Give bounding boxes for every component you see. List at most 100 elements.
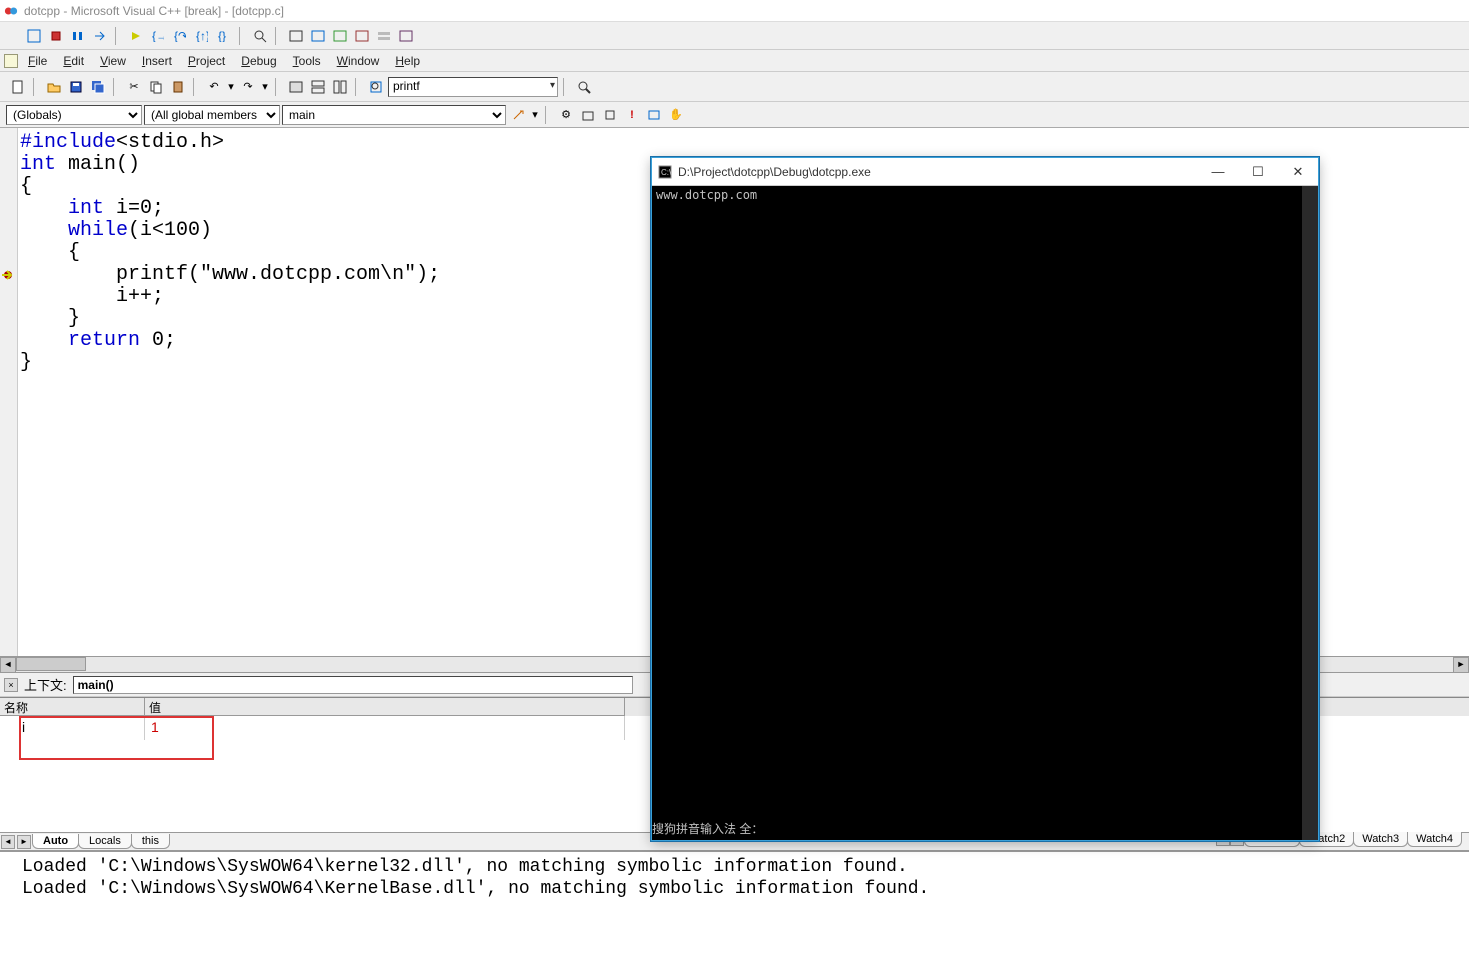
apply-codechanges-button[interactable] <box>90 26 110 46</box>
tab-watch4[interactable]: Watch4 <box>1407 832 1462 847</box>
menu-file[interactable]: File <box>20 52 55 70</box>
tabs-scroll-right[interactable]: ► <box>17 835 31 849</box>
console-body[interactable]: www.dotcpp.com <box>652 186 1318 840</box>
tile-button[interactable] <box>330 77 350 97</box>
stop-debug-button[interactable] <box>46 26 66 46</box>
toolbar-separator <box>275 27 281 45</box>
window-titlebar: dotcpp - Microsoft Visual C++ [break] - … <box>0 0 1469 22</box>
wizard-button[interactable] <box>508 105 528 125</box>
save-button[interactable] <box>66 77 86 97</box>
menu-tools[interactable]: Tools <box>285 52 329 70</box>
editor-gutter <box>0 128 18 672</box>
maximize-button[interactable]: ☐ <box>1238 159 1278 185</box>
step-over-button[interactable]: {↷} <box>170 26 190 46</box>
find-button[interactable] <box>574 77 594 97</box>
col-value[interactable]: 值 <box>145 698 625 716</box>
stop-build-button[interactable] <box>600 105 620 125</box>
scope-toolbar: (Globals) (All global members main ▾ ⚙ !… <box>0 102 1469 128</box>
copy-button[interactable] <box>146 77 166 97</box>
svg-text:{↑}: {↑} <box>196 30 208 42</box>
watch-window-button[interactable] <box>286 26 306 46</box>
var-value: 1 <box>145 716 625 740</box>
redo-button[interactable]: ↷ <box>238 77 258 97</box>
members-select[interactable]: (All global members <box>144 105 280 125</box>
scroll-right-button[interactable]: ► <box>1453 657 1469 672</box>
tab-auto[interactable]: Auto <box>32 834 79 849</box>
console-titlebar[interactable]: C:\ D:\Project\dotcpp\Debug\dotcpp.exe —… <box>652 158 1318 186</box>
new-button[interactable] <box>8 77 28 97</box>
menu-insert[interactable]: Insert <box>134 52 180 70</box>
build-button[interactable] <box>578 105 598 125</box>
compile-button[interactable]: ⚙ <box>556 105 576 125</box>
tab-watch3[interactable]: Watch3 <box>1353 832 1408 847</box>
menu-window[interactable]: Window <box>329 52 388 70</box>
debug-toolbar: {→} {↷} {↑} {} <box>0 22 1469 50</box>
svg-text:C:\: C:\ <box>661 168 672 177</box>
console-line: www.dotcpp.com <box>656 188 757 202</box>
wizard-dropdown[interactable]: ▾ <box>530 105 540 125</box>
document-icon[interactable] <box>4 54 18 68</box>
menu-help[interactable]: Help <box>387 52 428 70</box>
workspace-button[interactable] <box>286 77 306 97</box>
undo-dropdown[interactable]: ▾ <box>226 77 236 97</box>
callstack-window-button[interactable] <box>374 26 394 46</box>
toolbar-separator <box>275 78 281 96</box>
tab-locals[interactable]: Locals <box>78 834 132 849</box>
close-button[interactable]: ✕ <box>1278 159 1318 185</box>
scroll-thumb[interactable] <box>16 657 86 671</box>
window-list-button[interactable] <box>308 77 328 97</box>
show-next-button[interactable] <box>126 26 146 46</box>
watch-close-button[interactable]: × <box>4 678 18 692</box>
break-button[interactable] <box>68 26 88 46</box>
tab-this[interactable]: this <box>131 834 170 849</box>
step-into-button[interactable]: {→} <box>148 26 168 46</box>
standard-toolbar: ✂ ↶ ▾ ↷ ▾ printf <box>0 72 1469 102</box>
menu-project[interactable]: Project <box>180 52 233 70</box>
menubar: File Edit View Insert Project Debug Tool… <box>0 50 1469 72</box>
minimize-button[interactable]: — <box>1198 159 1238 185</box>
paste-button[interactable] <box>168 77 188 97</box>
toolbar-separator <box>563 78 569 96</box>
ime-status: 搜狗拼音输入法 全： <box>652 820 763 837</box>
console-title-text: D:\Project\dotcpp\Debug\dotcpp.exe <box>678 165 871 179</box>
output-pane: Loaded 'C:\Windows\SysWOW64\kernel32.dll… <box>0 850 1469 963</box>
console-window[interactable]: C:\ D:\Project\dotcpp\Debug\dotcpp.exe —… <box>651 157 1319 841</box>
disassembly-window-button[interactable] <box>396 26 416 46</box>
find-text: printf <box>393 79 420 93</box>
globals-select[interactable]: (Globals) <box>6 105 142 125</box>
menu-edit[interactable]: Edit <box>55 52 92 70</box>
app-icon <box>4 4 18 18</box>
open-button[interactable] <box>44 77 64 97</box>
go-button[interactable] <box>644 105 664 125</box>
registers-window-button[interactable] <box>330 26 350 46</box>
tabs-scroll-left[interactable]: ◄ <box>1 835 15 849</box>
restart-debug-button[interactable] <box>24 26 44 46</box>
svg-text:{↷}: {↷} <box>174 30 186 42</box>
function-select[interactable]: main <box>282 105 506 125</box>
title-text: dotcpp - Microsoft Visual C++ [break] - … <box>24 4 284 18</box>
svg-text:{→}: {→} <box>152 30 164 42</box>
run-to-cursor-button[interactable]: {} <box>214 26 234 46</box>
find-combo[interactable]: printf <box>388 77 558 97</box>
execute-button[interactable]: ! <box>622 105 642 125</box>
variables-window-button[interactable] <box>308 26 328 46</box>
context-field[interactable]: main() <box>73 676 633 694</box>
toolbar-separator <box>33 78 39 96</box>
find-in-files-button[interactable] <box>366 77 386 97</box>
redo-dropdown[interactable]: ▾ <box>260 77 270 97</box>
scroll-left-button[interactable]: ◄ <box>0 657 16 672</box>
menu-debug[interactable]: Debug <box>233 52 284 70</box>
console-vscrollbar[interactable] <box>1302 186 1318 840</box>
var-name: i <box>0 716 145 740</box>
quickwatch-button[interactable] <box>250 26 270 46</box>
menu-view[interactable]: View <box>92 52 134 70</box>
undo-button[interactable]: ↶ <box>204 77 224 97</box>
col-name[interactable]: 名称 <box>0 698 145 716</box>
toolbar-separator <box>193 78 199 96</box>
output-text: Loaded 'C:\Windows\SysWOW64\kernel32.dll… <box>0 852 1469 904</box>
save-all-button[interactable] <box>88 77 108 97</box>
toggle-breakpoint-button[interactable]: ✋ <box>666 105 686 125</box>
memory-window-button[interactable] <box>352 26 372 46</box>
cut-button[interactable]: ✂ <box>124 77 144 97</box>
step-out-button[interactable]: {↑} <box>192 26 212 46</box>
